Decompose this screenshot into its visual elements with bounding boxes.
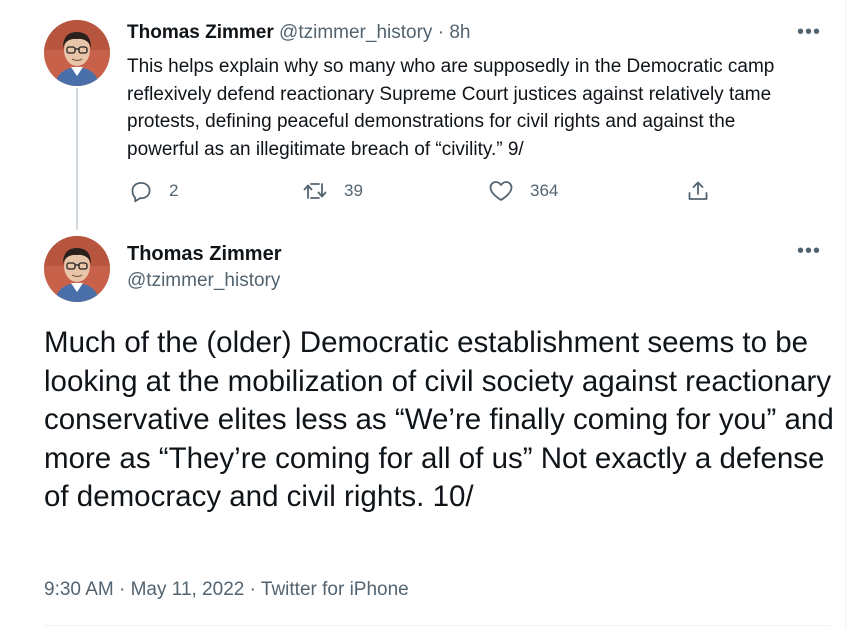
author-name[interactable]: Thomas Zimmer [127, 22, 274, 43]
tweet-date[interactable]: May 11, 2022 [131, 579, 245, 600]
heart-icon [488, 179, 514, 203]
like-button[interactable]: 364 [488, 179, 558, 203]
separator: · [249, 579, 256, 600]
avatar[interactable] [44, 236, 110, 302]
tweet-time[interactable]: 8h [449, 22, 470, 43]
reply-button[interactable]: 2 [129, 179, 178, 203]
tweet-thread: Thomas Zimmer @tzimmer_history · 8h ••• … [0, 0, 846, 629]
retweet-icon [302, 179, 328, 203]
author-handle[interactable]: @tzimmer_history [127, 270, 280, 292]
tweet-text: Much of the (older) Democratic establish… [44, 326, 834, 513]
separator: · [119, 579, 126, 600]
tweet-metadata: 9:30 AM · May 11, 2022 · Twitter for iPh… [44, 579, 409, 601]
author-handle[interactable]: @tzimmer_history [279, 22, 432, 43]
tweet-time[interactable]: 9:30 AM [44, 579, 114, 600]
tweet-header: Thomas Zimmer @tzimmer_history · 8h [127, 22, 470, 44]
more-icon[interactable]: ••• [797, 241, 821, 261]
like-count: 364 [530, 181, 559, 200]
more-icon[interactable]: ••• [797, 22, 821, 42]
separator: · [437, 22, 445, 43]
author-name[interactable]: Thomas Zimmer [127, 243, 281, 266]
avatar[interactable] [44, 20, 110, 86]
retweet-count: 39 [344, 181, 363, 200]
tweet-text: This helps explain why so many who are s… [127, 56, 775, 160]
retweet-button[interactable]: 39 [302, 179, 363, 203]
share-icon [686, 179, 710, 203]
reply-count: 2 [169, 181, 179, 200]
share-button[interactable] [686, 179, 710, 203]
reply-icon [129, 179, 153, 203]
tweet-source[interactable]: Twitter for iPhone [261, 579, 409, 600]
thread-connector-line [76, 88, 78, 230]
divider [44, 625, 831, 626]
